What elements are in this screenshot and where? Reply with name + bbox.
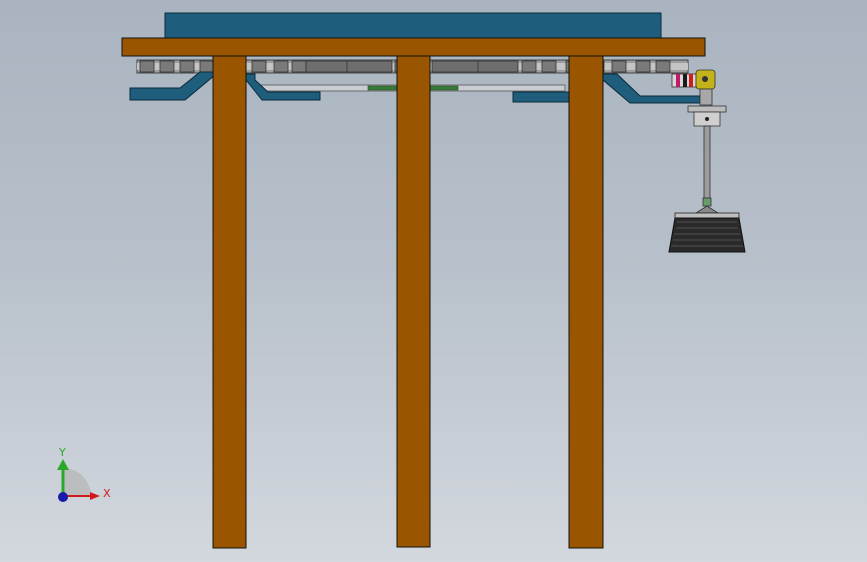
top-wood-beam[interactable] bbox=[121, 37, 706, 57]
cad-viewport[interactable]: Y X bbox=[0, 0, 867, 562]
wood-leg-center[interactable] bbox=[396, 55, 431, 548]
x-axis-label: X bbox=[103, 487, 111, 500]
y-axis-label: Y bbox=[58, 446, 66, 459]
coordinate-triad: Y X bbox=[57, 446, 111, 502]
model-drawing[interactable]: Y X bbox=[0, 0, 867, 562]
wood-leg-right[interactable] bbox=[568, 55, 604, 549]
origin-arc-icon bbox=[63, 468, 91, 496]
wood-leg-left[interactable] bbox=[212, 55, 247, 549]
top-blue-panel[interactable] bbox=[164, 12, 662, 41]
origin-sphere-icon bbox=[58, 492, 68, 502]
